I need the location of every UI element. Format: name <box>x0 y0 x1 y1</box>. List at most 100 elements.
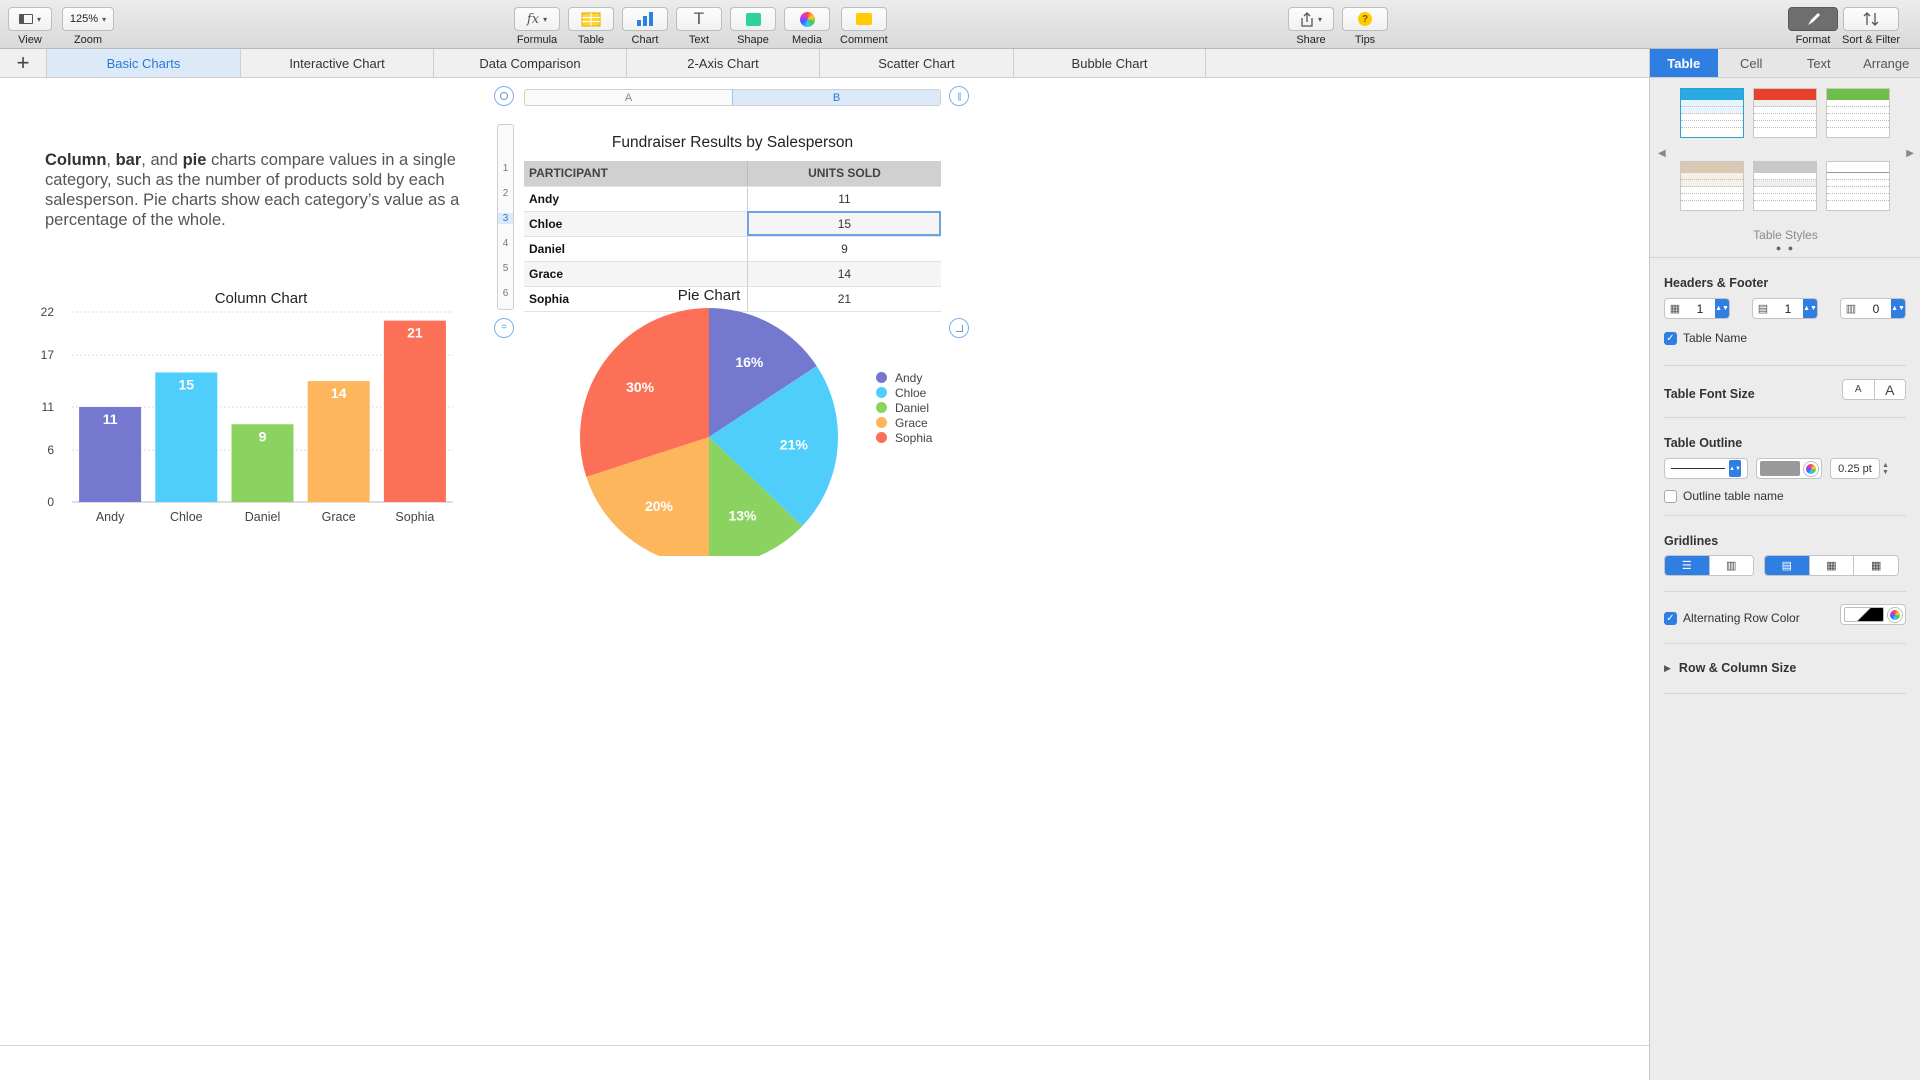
pie-chart[interactable]: Pie Chart 16% 21% 13% 20% 30% <box>560 286 860 556</box>
table-title[interactable]: Fundraiser Results by Salesperson <box>524 134 941 152</box>
alternating-row-option[interactable]: ✓ Alternating Row Color <box>1664 611 1800 625</box>
tips-tool[interactable]: ? Tips <box>1342 7 1388 46</box>
header-participant[interactable]: PARTICIPANT <box>524 161 748 187</box>
sheet-canvas[interactable]: Column, bar, and pie charts compare valu… <box>0 78 1649 1080</box>
text-button[interactable]: T <box>676 7 722 31</box>
row-header-bar[interactable]: 1 2 3 4 5 6 <box>497 124 514 310</box>
table-style-swatch[interactable] <box>1753 161 1817 211</box>
table-tool[interactable]: Table <box>568 7 614 46</box>
tab-cell[interactable]: Cell <box>1718 49 1786 77</box>
cell-units-selected[interactable]: 15 <box>747 211 941 237</box>
row-number[interactable]: 4 <box>498 238 513 249</box>
stepper-arrows-icon[interactable]: ▲▼ <box>1891 299 1905 318</box>
outline-table-name-checkbox[interactable] <box>1664 489 1677 503</box>
tab-text[interactable]: Text <box>1785 49 1853 77</box>
pie-legend[interactable]: Andy Chloe Daniel Grace Sophia <box>876 370 932 445</box>
outline-width-field[interactable]: 0.25 pt <box>1830 458 1880 479</box>
zoom-select[interactable]: 125% ▾ <box>62 7 114 31</box>
footer-rows-stepper[interactable]: ▥ 0 ▲▼ <box>1840 298 1906 319</box>
alternating-row-checkbox[interactable]: ✓ <box>1664 611 1677 625</box>
header-column-gridlines-icon[interactable]: ▦ <box>1810 556 1855 575</box>
row-column-size-disclosure[interactable]: ▶ Row & Column Size <box>1664 661 1796 675</box>
chart-button[interactable] <box>622 7 668 31</box>
table-style-swatch[interactable] <box>1826 161 1890 211</box>
header-units-sold[interactable]: UNITS SOLD <box>747 161 941 187</box>
page-indicator[interactable]: ● ● <box>1650 243 1920 253</box>
table-style-swatch[interactable] <box>1680 161 1744 211</box>
table-name-checkbox[interactable]: ✓ <box>1664 331 1677 345</box>
column-letter-a[interactable]: A <box>525 90 732 105</box>
cell-name[interactable]: Daniel <box>524 236 748 262</box>
outline-color-well[interactable] <box>1756 458 1822 479</box>
shape-tool[interactable]: Shape <box>730 7 776 46</box>
add-column-handle[interactable]: || <box>949 86 969 106</box>
view-button[interactable]: ▾ <box>8 7 52 31</box>
table-style-swatch[interactable] <box>1826 88 1890 138</box>
column-chart[interactable]: Column Chart 0 6 11 17 22 11 Andy 15 Chloe 9 Daniel… <box>30 288 470 538</box>
add-row-handle[interactable]: = <box>494 318 514 338</box>
view-tool[interactable]: ▾ View <box>8 7 52 46</box>
color-wheel-icon[interactable] <box>1888 607 1902 622</box>
sort-filter-button[interactable] <box>1843 7 1900 31</box>
table-style-swatch[interactable] <box>1753 88 1817 138</box>
outline-table-name-option[interactable]: Outline table name <box>1664 489 1906 503</box>
formula-tool[interactable]: fx ▾ Formula <box>514 7 560 46</box>
cell-units[interactable]: 9 <box>747 236 941 262</box>
table-style-swatch[interactable] <box>1680 88 1744 138</box>
tab-table[interactable]: Table <box>1650 49 1718 77</box>
zoom-tool[interactable]: 125% ▾ Zoom <box>62 7 114 46</box>
row-number[interactable]: 2 <box>498 188 513 199</box>
stepper-arrows-icon[interactable]: ▲▼ <box>1803 299 1817 318</box>
tab-basic-charts[interactable]: Basic Charts <box>47 49 241 77</box>
formula-button[interactable]: fx ▾ <box>514 7 560 31</box>
row-number[interactable]: 5 <box>498 263 513 274</box>
header-row-gridlines-icon[interactable]: ▤ <box>1765 556 1810 575</box>
previous-styles-arrow[interactable]: ◀ <box>1658 148 1666 159</box>
column-letter-b[interactable]: B <box>732 90 940 105</box>
cell-units[interactable]: 14 <box>747 261 941 287</box>
vertical-gridlines-icon[interactable]: ▥ <box>1710 556 1754 575</box>
table-select-handle[interactable] <box>494 86 514 106</box>
format-button[interactable] <box>1788 7 1838 31</box>
tab-2-axis-chart[interactable]: 2-Axis Chart <box>627 49 820 77</box>
comment-button[interactable] <box>840 7 887 31</box>
shape-button[interactable] <box>730 7 776 31</box>
tab-bubble-chart[interactable]: Bubble Chart <box>1014 49 1206 77</box>
tab-interactive-chart[interactable]: Interactive Chart <box>241 49 434 77</box>
tips-button[interactable]: ? <box>1342 7 1388 31</box>
decrease-font-button[interactable]: A <box>1843 380 1875 399</box>
row-number[interactable]: 6 <box>498 288 513 299</box>
resize-table-handle[interactable] <box>949 318 969 338</box>
row-number-selected[interactable]: 3 <box>498 213 513 224</box>
color-wheel-icon[interactable] <box>1804 461 1818 476</box>
tab-data-comparison[interactable]: Data Comparison <box>434 49 627 77</box>
cell-name[interactable]: Andy <box>524 186 748 212</box>
chart-tool[interactable]: Chart <box>622 7 668 46</box>
comment-tool[interactable]: Comment <box>840 7 888 46</box>
cell-name[interactable]: Chloe <box>524 211 748 237</box>
stepper-arrows-icon[interactable]: ▲▼ <box>1882 462 1889 476</box>
media-tool[interactable]: Media <box>784 7 830 46</box>
add-sheet-button[interactable]: + <box>0 49 47 77</box>
cell-units[interactable]: 11 <box>747 186 941 212</box>
text-tool[interactable]: T Text <box>676 7 722 46</box>
horizontal-gridlines-icon[interactable]: ☰ <box>1665 556 1710 575</box>
footer-gridlines-icon[interactable]: ▦ <box>1854 556 1898 575</box>
column-header-bar[interactable]: A B <box>524 89 941 106</box>
header-rows-stepper[interactable]: ▦ 1 ▲▼ <box>1664 298 1730 319</box>
increase-font-button[interactable]: A <box>1875 380 1906 399</box>
table-name-option[interactable]: ✓ Table Name <box>1664 331 1906 345</box>
cell-name[interactable]: Grace <box>524 261 748 287</box>
tab-arrange[interactable]: Arrange <box>1853 49 1920 77</box>
table-button[interactable] <box>568 7 614 31</box>
sort-filter-tool[interactable]: Sort & Filter <box>1842 7 1900 46</box>
alternating-row-color-well[interactable] <box>1840 604 1906 625</box>
outline-style-select[interactable]: ▲▼ <box>1664 458 1748 479</box>
row-number[interactable]: 1 <box>498 163 513 174</box>
stepper-arrows-icon[interactable]: ▲▼ <box>1715 299 1729 318</box>
row-column-size-section[interactable]: ▶ Row & Column Size <box>1664 644 1906 694</box>
tab-scatter-chart[interactable]: Scatter Chart <box>820 49 1014 77</box>
share-button[interactable]: ▾ <box>1288 7 1334 31</box>
media-button[interactable] <box>784 7 830 31</box>
header-columns-stepper[interactable]: ▤ 1 ▲▼ <box>1752 298 1818 319</box>
